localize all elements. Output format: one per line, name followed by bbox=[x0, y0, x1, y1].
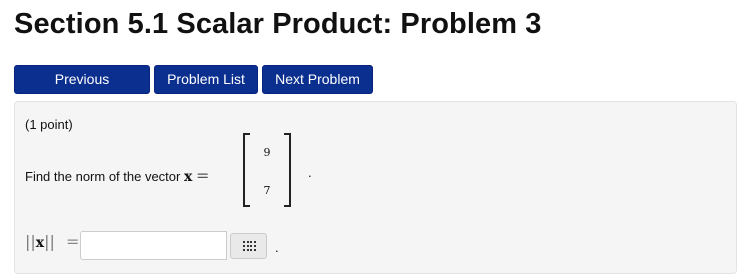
answer-equals-sign: = bbox=[66, 232, 80, 251]
problem-list-button[interactable]: Problem List bbox=[154, 65, 258, 94]
problem-statement: Find the norm of the vector x = bbox=[25, 166, 209, 185]
statement-text: Find the norm of the vector bbox=[25, 169, 181, 184]
answer-period: . bbox=[275, 240, 279, 255]
answer-vector-symbol: x bbox=[35, 235, 45, 251]
statement-period: . bbox=[308, 165, 312, 180]
equals-sign: = bbox=[195, 166, 210, 185]
problem-points: (1 point) bbox=[25, 117, 73, 132]
norm-bar-open: || bbox=[25, 232, 36, 251]
answer-label: ||x|| = bbox=[25, 232, 79, 251]
equation-editor-button[interactable] bbox=[230, 233, 267, 259]
answer-input[interactable] bbox=[80, 231, 227, 260]
problem-navigation: Previous Problem Problem List Next Probl… bbox=[14, 65, 373, 114]
problem-panel: (1 point) Find the norm of the vector x … bbox=[14, 101, 737, 274]
page-title: Section 5.1 Scalar Product: Problem 3 bbox=[14, 8, 542, 40]
right-bracket bbox=[284, 133, 291, 207]
grid-icon bbox=[243, 241, 257, 252]
next-problem-button[interactable]: Next Problem bbox=[262, 65, 373, 94]
norm-bar-close: || bbox=[44, 232, 55, 251]
previous-problem-button[interactable]: Previous Problem bbox=[14, 65, 150, 114]
vector-symbol: x bbox=[183, 169, 193, 185]
column-vector: 9 7 bbox=[243, 133, 291, 207]
